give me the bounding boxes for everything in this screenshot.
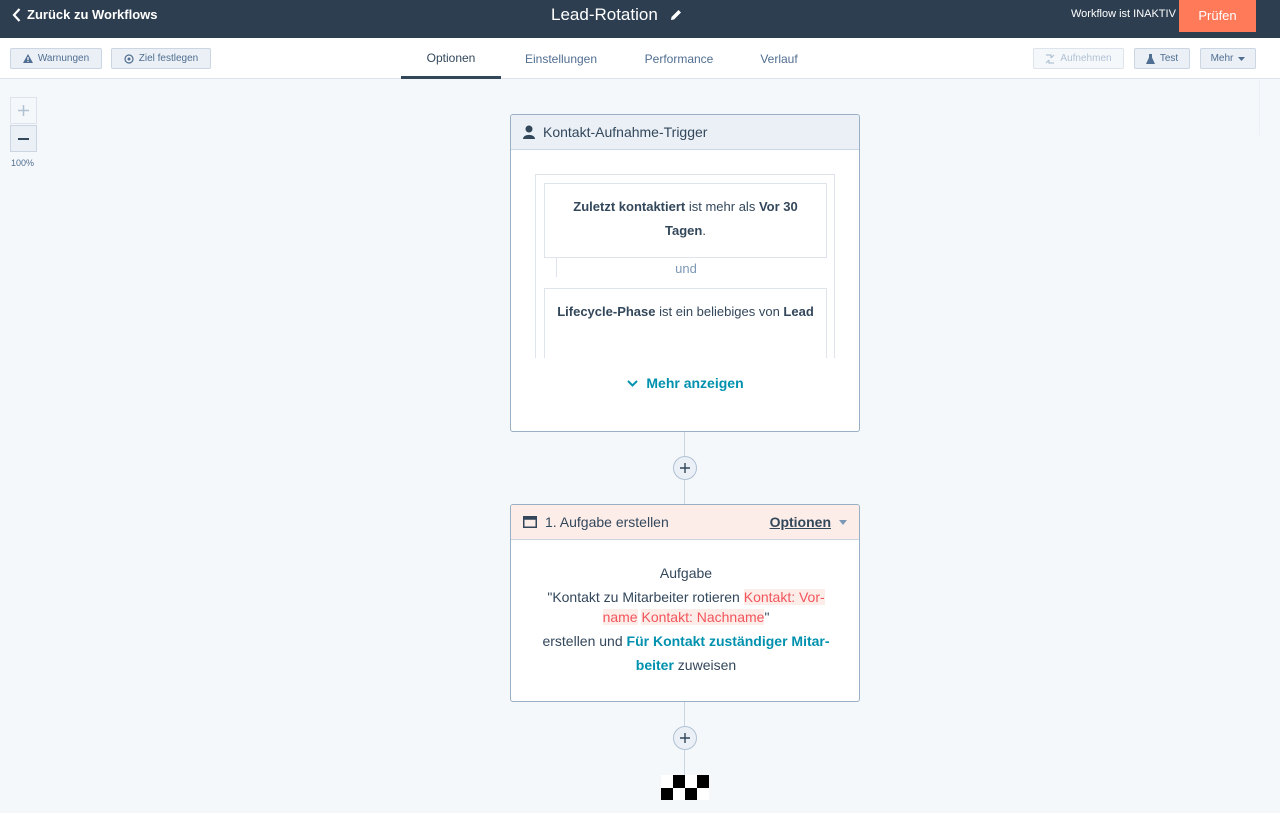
- token-firstname-cont: name: [602, 609, 638, 625]
- action-card-header: 1. Aufgabe erstellen Optionen: [511, 505, 859, 540]
- tab-history[interactable]: Verlauf: [729, 38, 829, 79]
- scrollbar[interactable]: [1259, 80, 1280, 135]
- filter2-property: Lifecycle-Phase: [557, 304, 656, 319]
- filter2-value: Lead: [783, 304, 814, 319]
- quote-close: ": [764, 609, 770, 625]
- secondary-toolbar: Warnungen Ziel festlegen Optionen Einste…: [0, 38, 1280, 79]
- enroll-label: Aufnehmen: [1060, 53, 1112, 64]
- action-card[interactable]: 1. Aufgabe erstellen Optionen Aufgabe "K…: [510, 504, 860, 702]
- plus-icon: [18, 105, 29, 116]
- assign-text: zuweisen: [673, 657, 737, 673]
- tab-history-label: Verlauf: [760, 51, 798, 66]
- workflow-status: Workflow ist INAKTIV: [1071, 8, 1176, 20]
- chevron-left-icon: [12, 7, 21, 22]
- show-more-label: Mehr anzeigen: [646, 375, 744, 391]
- warnings-label: Warnungen: [37, 53, 90, 64]
- plus-icon: [680, 463, 690, 473]
- token-firstname: Kontakt: Vor-: [743, 589, 825, 605]
- trigger-card[interactable]: Kontakt-Aufnahme-Trigger Zuletzt kontakt…: [510, 114, 860, 432]
- filter-lifecycle-stage[interactable]: Lifecycle-Phase ist ein beliebiges von L…: [544, 288, 827, 358]
- target-icon: [124, 53, 134, 64]
- task-title-text: Kontakt zu Mitarbeiter rotieren: [552, 589, 744, 605]
- zoom-in-button[interactable]: [10, 97, 37, 124]
- action-options-dropdown[interactable]: Optionen: [770, 514, 847, 530]
- set-goal-label: Ziel festlegen: [138, 53, 199, 64]
- add-action-button[interactable]: [673, 456, 697, 480]
- filter-and-joiner: und: [675, 261, 697, 276]
- set-goal-button[interactable]: Ziel festlegen: [111, 48, 211, 69]
- filter1-period: .: [702, 223, 706, 238]
- minus-icon: [18, 137, 29, 140]
- action-title: 1. Aufgabe erstellen: [545, 514, 669, 530]
- caret-down-icon: [839, 519, 847, 525]
- enroll-icon: [1045, 53, 1055, 64]
- more-label: Mehr: [1210, 53, 1234, 64]
- add-action-button[interactable]: [673, 726, 697, 750]
- warning-icon: [22, 54, 33, 63]
- filter2-operator: ist ein beliebiges von: [655, 304, 784, 319]
- action-options-label: Optionen: [769, 514, 831, 530]
- finish-flag-icon: [661, 775, 709, 800]
- zoom-out-button[interactable]: [10, 125, 37, 152]
- more-dropdown[interactable]: Mehr: [1200, 48, 1256, 69]
- action-type-label: Aufgabe: [659, 565, 713, 581]
- enroll-button[interactable]: Aufnehmen: [1033, 48, 1124, 69]
- workflow-title-text: Lead-Rotation: [551, 5, 658, 24]
- back-link-label: Zurück zu Workflows: [27, 7, 158, 22]
- trigger-card-header: Kontakt-Aufnahme-Trigger: [511, 115, 859, 150]
- token-contact-owner-cont: beiter: [635, 657, 674, 673]
- show-more-link[interactable]: Mehr anzeigen: [511, 375, 859, 391]
- back-to-workflows-link[interactable]: Zurück zu Workflows: [12, 7, 158, 22]
- review-button[interactable]: Prüfen: [1179, 0, 1256, 32]
- top-bar: Zurück zu Workflows Lead-Rotation Workfl…: [0, 0, 1280, 38]
- pencil-icon[interactable]: [670, 9, 682, 21]
- warnings-button[interactable]: Warnungen: [10, 48, 102, 69]
- trigger-title: Kontakt-Aufnahme-Trigger: [543, 124, 708, 140]
- create-text: erstellen und: [542, 633, 627, 649]
- window-icon: [523, 516, 537, 528]
- chevron-down-icon: [627, 379, 639, 387]
- token-contact-owner: Für Kontakt zuständiger Mitar-: [626, 633, 830, 649]
- filter-last-contacted[interactable]: Zuletzt kontaktiert ist mehr als Vor 30 …: [544, 183, 827, 258]
- tab-options-label: Optionen: [426, 51, 476, 65]
- tab-performance[interactable]: Performance: [629, 38, 729, 79]
- caret-down-icon: [1238, 56, 1246, 61]
- test-label: Test: [1159, 53, 1179, 64]
- tab-performance-label: Performance: [644, 51, 714, 66]
- tab-settings-label: Einstellungen: [524, 51, 598, 66]
- filter1-operator: ist mehr als: [685, 199, 759, 214]
- workflow-title[interactable]: Lead-Rotation: [551, 5, 682, 25]
- zoom-level: 100%: [11, 158, 35, 168]
- tab-settings[interactable]: Einstellungen: [511, 38, 611, 79]
- trigger-filter-list: Zuletzt kontaktiert ist mehr als Vor 30 …: [535, 174, 835, 358]
- flask-icon: [1145, 53, 1155, 64]
- tab-options[interactable]: Optionen: [401, 38, 501, 79]
- test-button[interactable]: Test: [1134, 48, 1190, 69]
- contact-icon: [523, 125, 535, 139]
- action-description: Aufgabe " Kontakt zu Mitarbeiter rotieren…: [531, 563, 841, 677]
- filter1-property: Zuletzt kontaktiert: [573, 199, 686, 214]
- plus-icon: [680, 733, 690, 743]
- token-lastname: Kontakt: Nachname: [641, 609, 765, 625]
